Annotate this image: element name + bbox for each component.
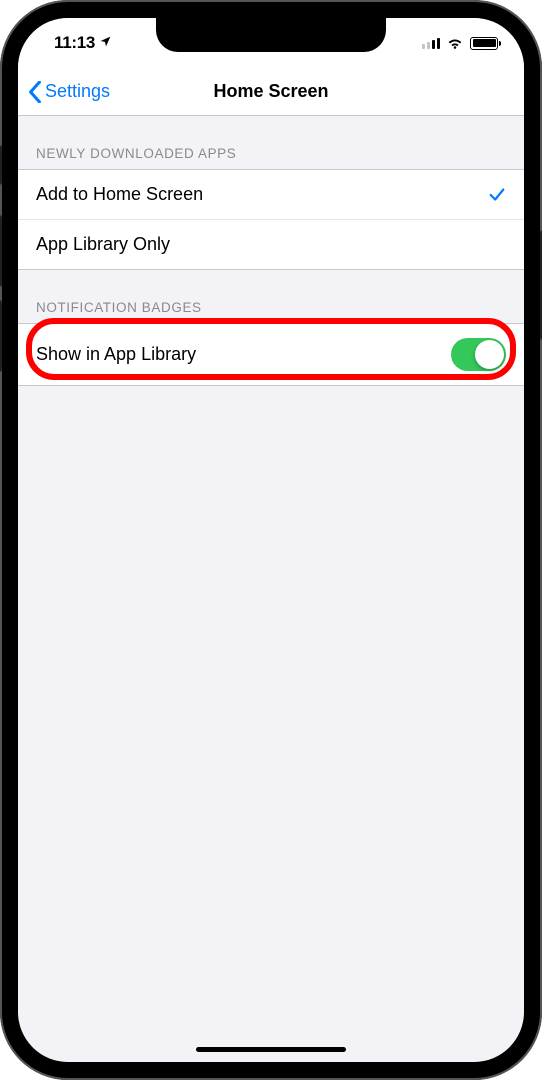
notch — [156, 18, 386, 52]
location-arrow-icon — [99, 35, 112, 51]
home-indicator[interactable] — [196, 1047, 346, 1052]
checkmark-icon — [488, 186, 506, 204]
option-app-library-only[interactable]: App Library Only — [18, 219, 524, 269]
status-time: 11:13 — [54, 33, 112, 53]
downloaded-apps-list: Add to Home Screen App Library Only — [18, 169, 524, 270]
chevron-left-icon — [28, 81, 42, 103]
option-label: App Library Only — [36, 234, 170, 255]
show-in-app-library-toggle[interactable] — [451, 338, 506, 371]
toggle-knob — [475, 340, 504, 369]
option-add-to-home[interactable]: Add to Home Screen — [18, 170, 524, 219]
back-button[interactable]: Settings — [18, 81, 110, 103]
nav-bar: Settings Home Screen — [18, 68, 524, 116]
volume-up-button — [0, 215, 2, 287]
status-right — [422, 37, 498, 50]
battery-icon — [470, 37, 498, 50]
section-header-badges: Notification Badges — [18, 270, 524, 323]
notification-badges-list: Show in App Library — [18, 323, 524, 386]
screen: 11:13 — [18, 18, 524, 1062]
wifi-icon — [446, 37, 464, 50]
section-header-downloaded: Newly Downloaded Apps — [18, 116, 524, 169]
option-label: Add to Home Screen — [36, 184, 203, 205]
cellular-signal-icon — [422, 37, 440, 49]
toggle-label: Show in App Library — [36, 344, 196, 365]
mute-switch — [0, 145, 2, 185]
status-time-text: 11:13 — [54, 33, 95, 53]
row-show-in-app-library: Show in App Library — [18, 324, 524, 385]
battery-fill — [473, 39, 496, 47]
volume-down-button — [0, 300, 2, 372]
back-label: Settings — [45, 81, 110, 102]
phone-frame: 11:13 — [0, 0, 542, 1080]
